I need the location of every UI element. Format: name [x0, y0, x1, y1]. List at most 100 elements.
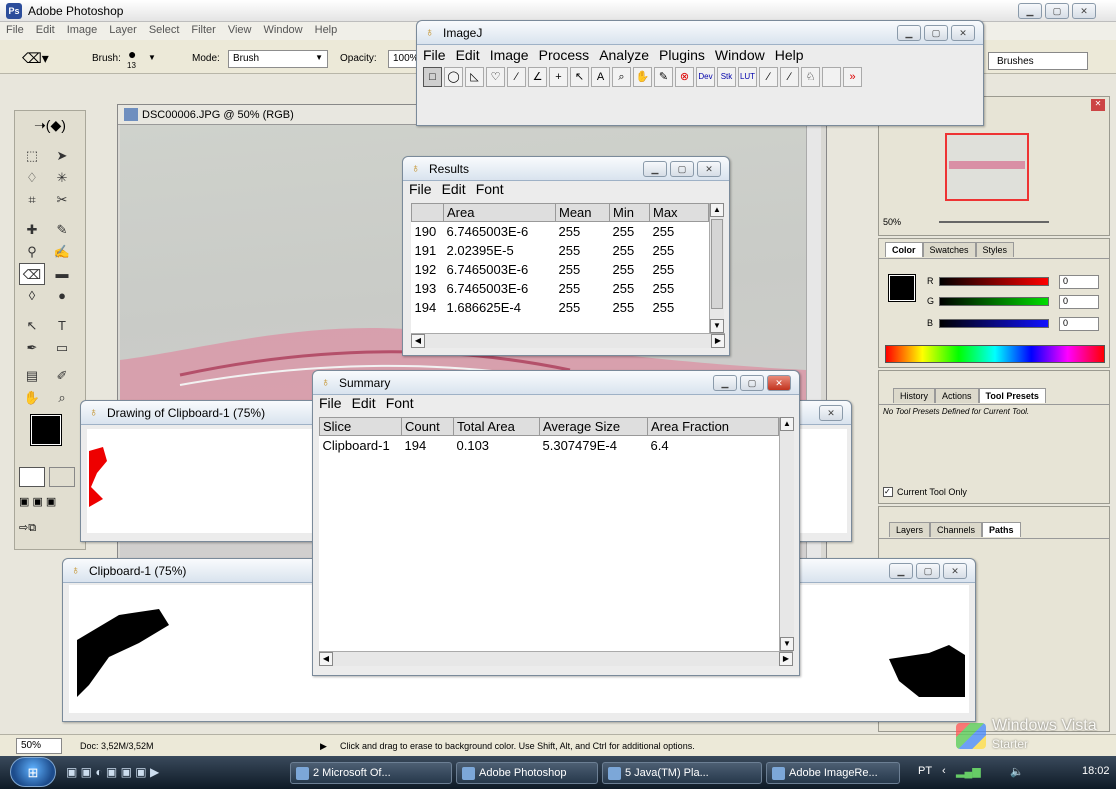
b-value[interactable]: 0	[1059, 317, 1099, 331]
results-menu-font[interactable]: Font	[476, 181, 504, 197]
hand-tool-icon[interactable]: ✋	[19, 387, 45, 409]
clock[interactable]: 18:02	[1082, 765, 1110, 777]
type-tool-icon[interactable]: T	[49, 315, 75, 337]
more-tools-icon[interactable]: »	[843, 67, 862, 87]
table-row[interactable]: 191 2.02395E-5 255 255 255	[412, 241, 709, 260]
table-row[interactable]: Clipboard-1 194 0.103 5.307479E-4 6.4	[320, 436, 779, 456]
tab-tool-presets[interactable]: Tool Presets	[978, 388, 1046, 403]
healing-tool-icon[interactable]: ✚	[19, 219, 45, 241]
imagej-menu-process[interactable]: Process	[539, 47, 590, 63]
imagej-menu-help[interactable]: Help	[775, 47, 804, 63]
volume-icon[interactable]: 🔈	[1010, 765, 1024, 778]
scroll-left-icon[interactable]: ◀	[319, 652, 333, 666]
tab-styles[interactable]: Styles	[975, 242, 1015, 257]
navigator-zoom-slider[interactable]	[939, 221, 1049, 223]
tab-swatches[interactable]: Swatches	[922, 242, 976, 257]
results-menu-edit[interactable]: Edit	[442, 181, 466, 197]
eraser-tool-icon[interactable]: ⌫▾	[22, 50, 49, 67]
table-row[interactable]: 190 6.7465003E-6 255 255 255	[412, 222, 709, 242]
magic-wand-tool-icon[interactable]: ✳	[49, 167, 75, 189]
brush-dropdown-icon[interactable]: ▼	[148, 53, 156, 62]
r-slider[interactable]	[939, 277, 1049, 286]
menu-filter[interactable]: Filter	[185, 22, 221, 36]
scroll-down-icon[interactable]: ▼	[780, 637, 794, 651]
quick-mask-mode-icon[interactable]	[49, 467, 75, 487]
taskbar-item-java[interactable]: 5 Java(TM) Pla...	[602, 762, 762, 784]
b-slider[interactable]	[939, 319, 1049, 328]
freehand-tool-icon[interactable]: ♡	[486, 67, 505, 87]
foreground-color-swatch[interactable]	[30, 414, 62, 446]
standard-mode-icon[interactable]	[19, 467, 45, 487]
close-icon[interactable]: ✕	[943, 563, 967, 579]
oval-tool-icon[interactable]: ◯	[444, 67, 463, 87]
move-tool-icon[interactable]: ➤	[49, 145, 75, 167]
g-slider[interactable]	[939, 297, 1049, 306]
menu-file[interactable]: File	[0, 22, 30, 36]
slice-tool-icon[interactable]: ✂	[49, 189, 75, 211]
results-scroll-thumb[interactable]	[711, 219, 723, 309]
stop-tool-icon[interactable]: ⊗	[675, 67, 694, 87]
rectangle-tool-icon[interactable]: □	[423, 67, 442, 87]
polygon-tool-icon[interactable]: ◺	[465, 67, 484, 87]
start-button[interactable]: ⊞	[10, 757, 56, 787]
scroll-left-icon[interactable]: ◀	[411, 334, 425, 348]
results-col-min[interactable]: Min	[609, 203, 650, 222]
imagej-menu-edit[interactable]: Edit	[456, 47, 480, 63]
maximize-icon[interactable]: ▢	[670, 161, 694, 177]
results-vertical-scrollbar[interactable]: ▲ ▼	[709, 203, 724, 333]
tab-channels[interactable]: Channels	[930, 522, 983, 537]
scroll-up-icon[interactable]: ▲	[710, 203, 724, 217]
screen-mode-icons[interactable]: ▣ ▣ ▣	[19, 495, 75, 513]
eyedropper-tool-icon[interactable]: ✐	[49, 365, 75, 387]
imagej-menu-analyze[interactable]: Analyze	[599, 47, 649, 63]
menu-image[interactable]: Image	[61, 22, 104, 36]
results-horizontal-scrollbar[interactable]: ◀ ▶	[411, 333, 725, 348]
taskbar-item-photoshop[interactable]: Adobe Photoshop	[456, 762, 598, 784]
minimize-icon[interactable]: ▁	[897, 25, 921, 41]
table-row[interactable]: 193 6.7465003E-6 255 255 255	[412, 279, 709, 298]
hand-tool-icon[interactable]: ✋	[633, 67, 652, 87]
line-tool-icon[interactable]: ∕	[507, 67, 526, 87]
brush-tool-icon[interactable]: ∕	[780, 67, 799, 87]
summary-horizontal-scrollbar[interactable]: ◀ ▶	[319, 651, 793, 666]
navigator-zoom[interactable]: 50%	[883, 217, 901, 227]
history-brush-tool-icon[interactable]: ✍	[49, 241, 75, 263]
navigator-thumbnail[interactable]	[945, 133, 1029, 201]
point-tool-icon[interactable]: +	[549, 67, 568, 87]
tab-actions[interactable]: Actions	[935, 388, 979, 403]
tab-color[interactable]: Color	[885, 242, 923, 257]
imagej-menu-image[interactable]: Image	[490, 47, 529, 63]
summary-vertical-scrollbar[interactable]: ▲ ▼	[779, 417, 794, 651]
scroll-right-icon[interactable]: ▶	[711, 334, 725, 348]
shape-tool-icon[interactable]: ▭	[49, 337, 75, 359]
results-col-max[interactable]: Max	[649, 203, 709, 222]
current-tool-only-checkbox[interactable]: ✓	[883, 487, 893, 497]
pen-tool-icon[interactable]: ✒	[19, 337, 45, 359]
tab-layers[interactable]: Layers	[889, 522, 931, 537]
quick-launch-icons[interactable]: ▣ ▣ ◐ ▣ ▣ ▣ ▶	[66, 765, 256, 781]
results-col-mean[interactable]: Mean	[555, 203, 610, 222]
color-foreground-swatch[interactable]	[888, 274, 916, 302]
results-menu-file[interactable]: File	[409, 181, 432, 197]
maximize-icon[interactable]: ▢	[924, 25, 948, 41]
gradient-tool-icon[interactable]: ▬	[49, 263, 75, 285]
minimize-icon[interactable]: ▁	[1018, 3, 1042, 19]
path-selection-tool-icon[interactable]: ↖	[19, 315, 45, 337]
taskbar-item-imageready[interactable]: Adobe ImageRe...	[766, 762, 900, 784]
menu-select[interactable]: Select	[143, 22, 186, 36]
summary-col-count[interactable]: Count	[401, 417, 454, 436]
language-indicator[interactable]: PT	[918, 765, 932, 777]
g-value[interactable]: 0	[1059, 295, 1099, 309]
scroll-right-icon[interactable]: ▶	[779, 652, 793, 666]
minimize-icon[interactable]: ▁	[643, 161, 667, 177]
wand-tool-icon[interactable]: ↖	[570, 67, 589, 87]
results-col-area[interactable]: Area	[443, 203, 556, 222]
color-picker-tool-icon[interactable]: ✎	[654, 67, 673, 87]
text-tool-icon[interactable]: A	[591, 67, 610, 87]
maximize-icon[interactable]: ▢	[740, 375, 764, 391]
imagej-menu-file[interactable]: File	[423, 47, 446, 63]
imagej-menu-window[interactable]: Window	[715, 47, 765, 63]
minimize-icon[interactable]: ▁	[889, 563, 913, 579]
summary-menu-file[interactable]: File	[319, 395, 342, 411]
minimize-icon[interactable]: ▁	[713, 375, 737, 391]
